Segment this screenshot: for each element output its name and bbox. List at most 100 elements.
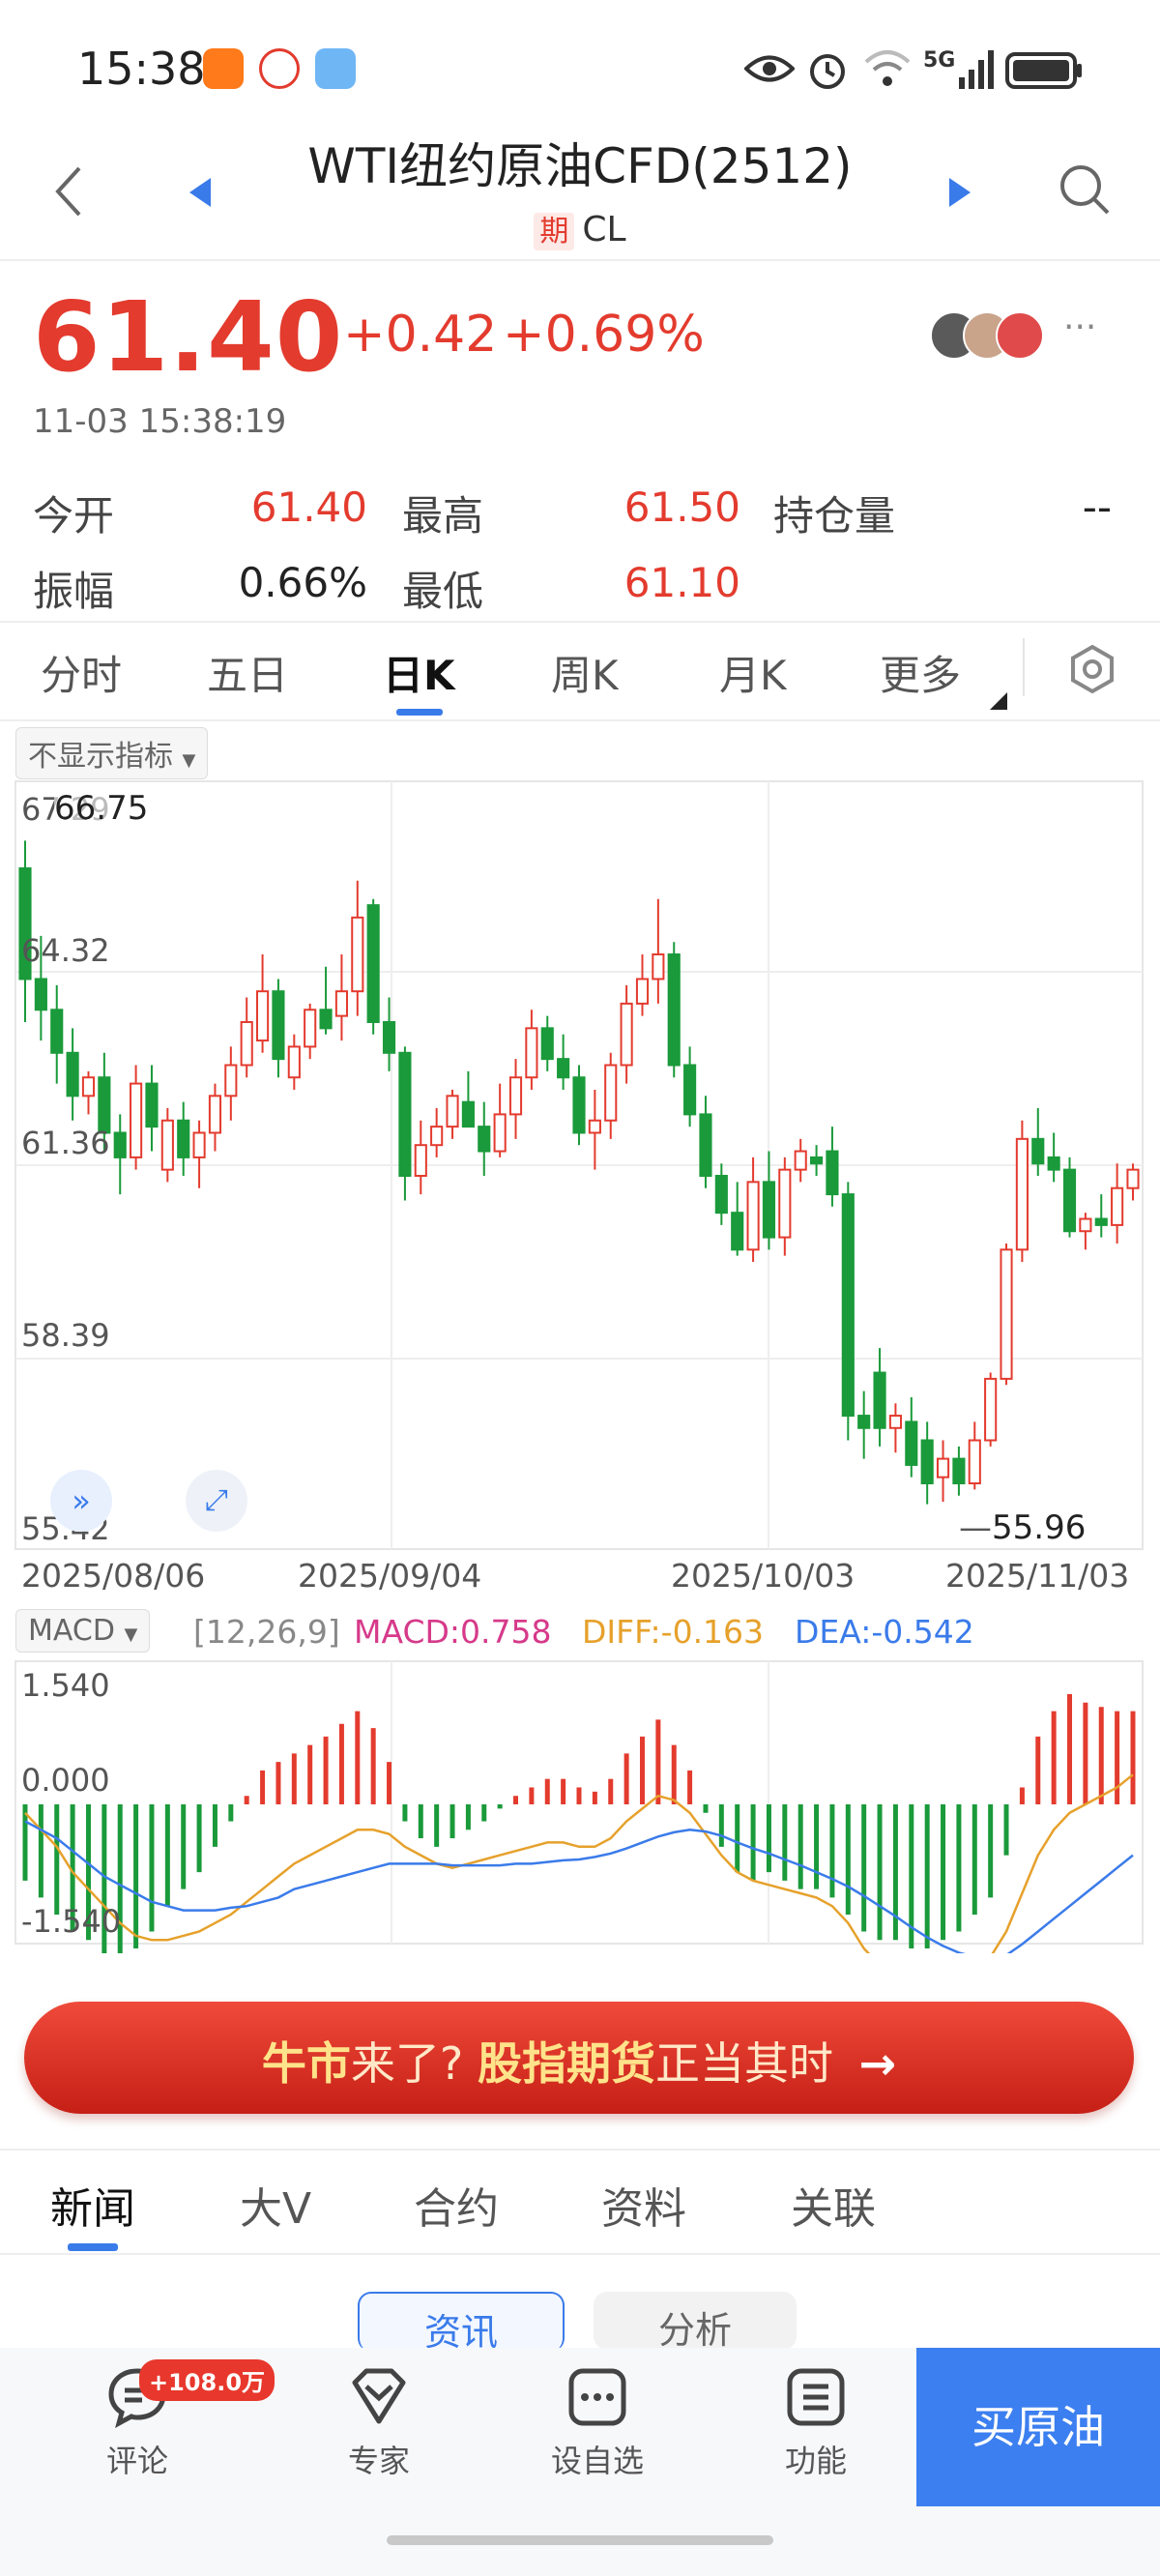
contract-code-row: 期 CL [0, 207, 1160, 250]
candle-body [334, 990, 348, 1017]
banner-part2: 来了? [350, 2037, 478, 2090]
y-tick-label: 58.39 [21, 1317, 110, 1354]
candle-body [620, 1002, 633, 1067]
candle-body [272, 990, 285, 1061]
macd-y-tick: 0.000 [21, 1762, 110, 1799]
candle-body [588, 1119, 601, 1134]
stats-divider [0, 621, 1160, 623]
tab-daily-k[interactable]: 日K [383, 643, 455, 702]
low-leader: — [959, 1508, 992, 1547]
indicator-toggle[interactable]: 不显示指标 ▼ [15, 727, 209, 779]
battery-icon [1005, 52, 1082, 89]
active-tab-indicator [396, 709, 443, 716]
tab-weekly-k[interactable]: 周K [551, 643, 619, 702]
nav-functions[interactable]: 功能 [739, 2365, 893, 2481]
quote-timestamp: 11-03 15:38:19 [33, 402, 287, 441]
candle-body [1094, 1217, 1108, 1226]
tab-related[interactable]: 关联 [791, 2174, 876, 2236]
candle-body [810, 1156, 824, 1165]
candle-body [699, 1113, 712, 1177]
nav-watchlist-label: 设自选 [550, 2443, 644, 2479]
more-dots-icon[interactable]: ··· [1063, 307, 1096, 347]
fullscreen-button[interactable]: ⤢ [186, 1470, 247, 1532]
expand-left-button[interactable]: » [50, 1470, 112, 1532]
candle-body [130, 1082, 143, 1158]
candle-body [446, 1095, 459, 1128]
candle-body [81, 1076, 96, 1098]
candle-body [366, 904, 380, 1023]
tab-big-v[interactable]: 大V [240, 2174, 311, 2236]
candle-body [414, 1144, 427, 1177]
avatar [996, 311, 1044, 360]
tab-contract[interactable]: 合约 [414, 2174, 499, 2236]
candle-body [826, 1150, 839, 1196]
wifi-icon [864, 50, 911, 86]
candle-body [794, 1150, 807, 1171]
kline-chart[interactable] [0, 774, 1160, 1953]
candle-body [873, 1371, 886, 1429]
page-title: WTI纽约原油CFD(2512) [307, 138, 853, 194]
macd-y-tick: -1.540 [21, 1903, 122, 1940]
candle-body [905, 1420, 918, 1466]
community-avatars[interactable] [930, 309, 1056, 360]
network-label: 5G [923, 48, 956, 73]
tab-monthly-k[interactable]: 月K [719, 643, 787, 702]
tab-five-day[interactable]: 五日 [207, 643, 288, 702]
candle-body [160, 1119, 174, 1171]
tab-info[interactable]: 资料 [601, 2174, 686, 2236]
candle-body [968, 1439, 981, 1485]
search-icon[interactable] [1058, 162, 1112, 217]
candle-body [746, 1181, 760, 1251]
weather-app-icon [315, 48, 356, 89]
buy-oil-button[interactable]: 买原油 [916, 2348, 1160, 2506]
candle-body [287, 1045, 301, 1079]
price-change: +0.42 [343, 306, 498, 364]
candle-body [1126, 1168, 1140, 1189]
y-tick-label: 64.32 [21, 932, 110, 969]
tab-news[interactable]: 新闻 [50, 2174, 135, 2236]
stat-open-value: 61.40 [250, 483, 367, 531]
candle-body [461, 1100, 475, 1128]
candle-body [1031, 1137, 1045, 1165]
subtab-analysis[interactable]: 分析 [594, 2292, 797, 2350]
candle-body [508, 1076, 523, 1116]
stat-high-value: 61.50 [624, 483, 740, 531]
nav-expert[interactable]: 专家 [302, 2365, 456, 2481]
price-change-percent: +0.69% [503, 306, 705, 364]
candle-body [351, 916, 364, 993]
x-tick-label: 2025/11/03 [945, 1557, 1130, 1595]
stat-oi-value: -- [1082, 483, 1112, 531]
candle-body [177, 1119, 190, 1158]
status-bar: 15:38 5G [0, 0, 1160, 135]
macd-selector[interactable]: MACD ▼ [15, 1609, 151, 1653]
header-divider [0, 259, 1160, 261]
contract-code: CL [582, 210, 626, 249]
macd-selector-label: MACD [28, 1614, 115, 1648]
nav-watchlist[interactable]: 设自选 [520, 2365, 675, 2481]
banner-part3: 股指期货 [477, 2037, 655, 2090]
chart-high-label: 66.75 [54, 789, 149, 828]
alarm-icon [810, 54, 845, 89]
candle-body [304, 1009, 317, 1048]
candle-body [1079, 1217, 1092, 1233]
candle-body [731, 1212, 744, 1251]
comment-count-badge: +108.0万 [139, 2359, 276, 2401]
subtab-news[interactable]: 资讯 [358, 2292, 565, 2352]
candle-body [1062, 1168, 1077, 1233]
candle-body [145, 1082, 159, 1128]
candle-body [398, 1051, 412, 1177]
candle-body [208, 1095, 222, 1134]
stat-amplitude-value: 0.66% [238, 559, 367, 606]
diff-value: DIFF:-0.163 [582, 1613, 765, 1651]
settings-icon[interactable] [1067, 644, 1117, 694]
tab-intraday[interactable]: 分时 [41, 643, 122, 702]
banner-part1: 牛市 [261, 2037, 351, 2090]
home-indicator[interactable] [387, 2535, 773, 2545]
next-contract-icon[interactable] [947, 176, 972, 209]
candle-body [66, 1051, 79, 1098]
candle-body [635, 978, 650, 1005]
tab-more[interactable]: 更多 [880, 643, 961, 702]
promo-banner[interactable]: 牛市来了? 股指期货正当其时 → [24, 2002, 1134, 2114]
candle-body [936, 1457, 950, 1478]
stat-open-label: 今开 [33, 492, 115, 540]
